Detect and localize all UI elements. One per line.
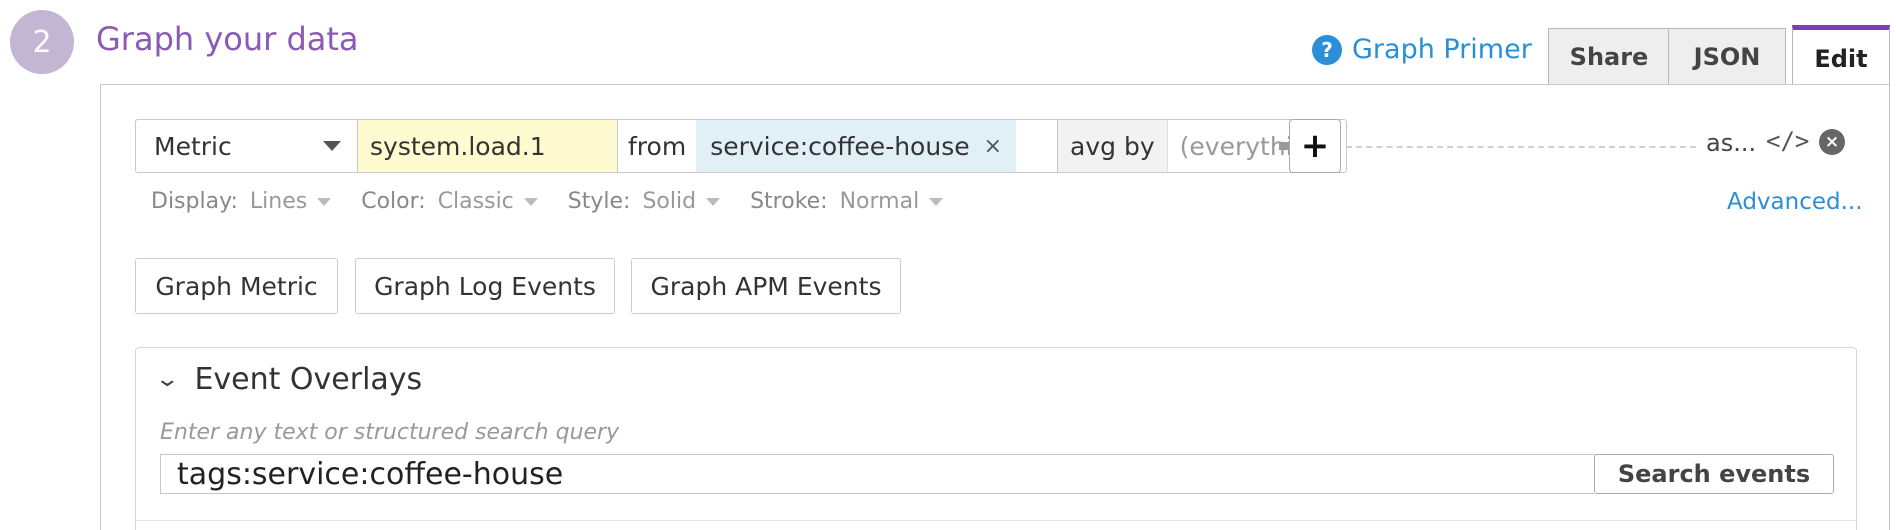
advanced-link[interactable]: Advanced... [1727,189,1863,215]
tab-json[interactable]: JSON [1668,28,1786,85]
option-value: Solid [642,189,697,214]
graph-log-events-button[interactable]: Graph Log Events [355,258,615,314]
option-label: Display: [151,189,238,214]
stroke-dropdown[interactable]: Normal [840,189,944,214]
caret-down-icon [323,141,341,151]
event-overlays-title: Event Overlays [194,362,423,397]
metric-name-input[interactable]: system.load.1 [358,120,618,172]
alias-link[interactable]: as... [1706,129,1756,157]
caret-down-icon [523,197,538,206]
stroke-option: Stroke: Normal [750,189,944,214]
chevron-down-icon: ⌄ [154,367,181,392]
close-icon[interactable]: × [1819,129,1845,155]
display-option: Display: Lines [151,189,332,214]
option-value: Classic [437,189,514,214]
source-type-value: Metric [154,131,232,161]
from-label: from [628,131,687,161]
metric-query-row: Metric system.load.1 from service:coffee… [135,119,1348,173]
dotted-divider [1346,146,1696,148]
from-tag-input[interactable] [1016,120,1059,172]
display-dropdown[interactable]: Lines [249,189,332,214]
graph-editor-panel: Metric system.load.1 from service:coffee… [100,84,1890,530]
graph-primer-label: Graph Primer [1352,34,1532,65]
tab-share[interactable]: Share [1548,28,1670,85]
option-value: Lines [249,189,308,214]
divider [136,520,1856,521]
event-overlays-toggle[interactable]: ⌄ Event Overlays [154,362,423,397]
style-dropdown[interactable]: Solid [642,189,721,214]
color-dropdown[interactable]: Classic [438,189,538,214]
step-number-badge: 2 [10,10,74,74]
graph-primer-link[interactable]: ? Graph Primer [1312,34,1532,65]
tab-edit[interactable]: Edit [1792,25,1890,87]
search-hint: Enter any text or structured search quer… [160,420,620,445]
tag-chip-label: service:coffee-house [710,131,970,161]
graph-metric-button[interactable]: Graph Metric [135,258,338,314]
tag-chip[interactable]: service:coffee-house × [696,120,1017,172]
option-label: Style: [567,189,631,214]
color-option: Color: Classic [361,189,538,214]
question-icon: ? [1312,34,1342,65]
code-icon[interactable]: </> [1766,127,1809,155]
caret-down-icon [929,197,944,206]
style-option: Style: Solid [567,189,721,214]
option-label: Color: [361,189,426,214]
caret-down-icon [317,197,332,206]
connector-handle [1279,142,1289,150]
source-type-select[interactable]: Metric [136,120,358,172]
avg-by-label: avg by [1058,120,1168,172]
search-events-button[interactable]: Search events [1594,454,1834,494]
option-value: Normal [839,189,920,214]
event-search-input[interactable]: tags:service:coffee-house [160,454,1594,494]
caret-down-icon [706,197,721,206]
graph-apm-events-button[interactable]: Graph APM Events [631,258,901,314]
event-overlays-section: ⌄ Event Overlays Enter any text or struc… [135,347,1857,530]
add-query-button[interactable]: + [1289,119,1341,173]
display-options: Display: Lines Color: Classic Style: Sol… [151,189,944,214]
option-label: Stroke: [750,189,828,214]
step-title: Graph your data [96,20,359,58]
remove-tag-icon[interactable]: × [984,134,1002,159]
